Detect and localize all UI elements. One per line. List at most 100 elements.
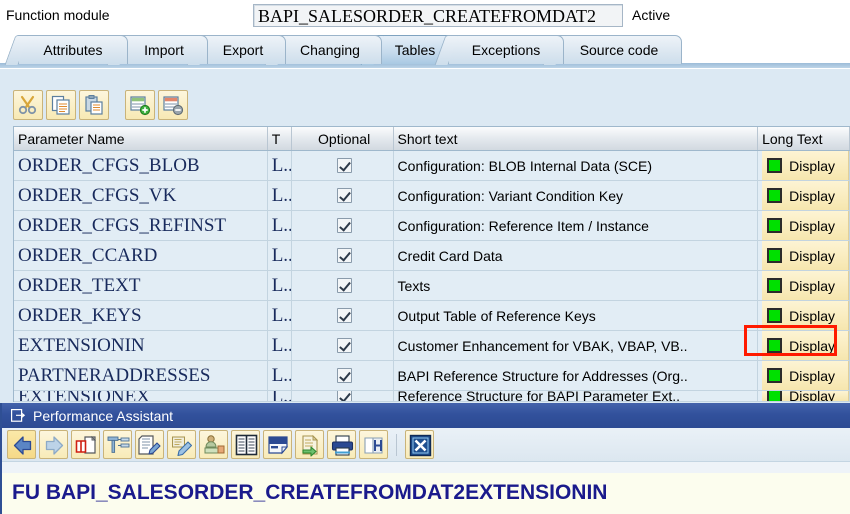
cell-optional[interactable] bbox=[292, 271, 394, 300]
insert-row-icon[interactable] bbox=[125, 90, 155, 120]
cell-parameter-name[interactable]: ORDER_CFGS_BLOB bbox=[14, 151, 268, 180]
optional-checkbox[interactable] bbox=[336, 158, 352, 173]
cell-short-text[interactable]: BAPI Reference Structure for Addresses (… bbox=[394, 361, 759, 390]
close-window-icon[interactable] bbox=[405, 430, 434, 459]
cell-parameter-name[interactable]: ORDER_TEXT bbox=[14, 271, 268, 300]
cell-parameter-name[interactable]: ORDER_KEYS bbox=[14, 301, 268, 330]
back-arrow-icon[interactable] bbox=[7, 430, 36, 459]
table-row[interactable]: ORDER_CFGS_BLOB L.. Configuration: BLOB In… bbox=[14, 151, 850, 181]
cell-short-text[interactable]: Configuration: BLOB Internal Data (SCE) bbox=[394, 151, 759, 180]
parameter-type: L.. bbox=[271, 185, 292, 206]
long-text-display-button[interactable]: Display bbox=[762, 361, 849, 390]
cell-parameter-name[interactable]: EXTENSIONEX bbox=[14, 391, 268, 401]
cell-short-text[interactable]: Credit Card Data bbox=[394, 241, 759, 270]
cell-type[interactable]: L.. bbox=[268, 331, 292, 360]
cell-long-text: Display bbox=[758, 271, 850, 300]
cell-type[interactable]: L.. bbox=[268, 391, 292, 401]
extended-help-icon[interactable] bbox=[263, 430, 292, 459]
optional-checkbox[interactable] bbox=[336, 188, 352, 203]
parameter-name: ORDER_TEXT bbox=[18, 275, 141, 296]
optional-checkbox[interactable] bbox=[336, 308, 352, 323]
table-row[interactable]: ORDER_CCARD L.. Credit Card Data Display bbox=[14, 241, 850, 271]
export-document-icon[interactable] bbox=[295, 430, 324, 459]
long-text-display-button[interactable]: Display bbox=[762, 271, 849, 300]
cell-short-text[interactable]: Output Table of Reference Keys bbox=[394, 301, 759, 330]
optional-checkbox[interactable] bbox=[336, 248, 352, 263]
long-text-display-button[interactable]: Display bbox=[762, 181, 849, 210]
cell-type[interactable]: L.. bbox=[268, 181, 292, 210]
cell-long-text: Display bbox=[758, 361, 850, 390]
paste-icon[interactable] bbox=[79, 90, 109, 120]
parameter-name: ORDER_CFGS_VK bbox=[18, 185, 177, 206]
tab-source-code[interactable]: Source code bbox=[556, 35, 682, 64]
forward-arrow-icon[interactable] bbox=[39, 430, 68, 459]
cell-type[interactable]: L.. bbox=[268, 271, 292, 300]
optional-checkbox[interactable] bbox=[336, 338, 352, 353]
cell-short-text[interactable]: Customer Enhancement for VBAK, VBAP, VB.… bbox=[394, 331, 759, 360]
edit-pencil-icon[interactable] bbox=[167, 430, 196, 459]
tab-import[interactable]: Import bbox=[120, 35, 208, 64]
long-text-display-button[interactable]: Display bbox=[762, 211, 849, 240]
function-module-name-input[interactable]: BAPI_SALESORDER_CREATEFROMDAT2 bbox=[253, 4, 623, 27]
cell-type[interactable]: L.. bbox=[268, 301, 292, 330]
optional-checkbox[interactable] bbox=[336, 278, 352, 293]
cell-short-text[interactable]: Texts bbox=[394, 271, 759, 300]
long-text-display-button[interactable]: Display bbox=[762, 331, 849, 360]
optional-checkbox[interactable] bbox=[336, 218, 352, 233]
long-text-display-button[interactable]: Display bbox=[762, 241, 849, 270]
long-text-display-button[interactable]: Display bbox=[762, 391, 849, 401]
table-row[interactable]: EXTENSIONIN L.. Customer Enhancement for V… bbox=[14, 331, 850, 361]
cell-optional[interactable] bbox=[292, 331, 394, 360]
table-row[interactable]: EXTENSIONEX L.. Reference Structure for BA… bbox=[14, 391, 850, 402]
cell-optional[interactable] bbox=[292, 241, 394, 270]
cell-short-text[interactable]: Reference Structure for BAPI Parameter E… bbox=[394, 391, 759, 401]
cell-optional[interactable] bbox=[292, 361, 394, 390]
column-header-t[interactable]: T bbox=[268, 127, 292, 150]
cell-parameter-name[interactable]: ORDER_CCARD bbox=[14, 241, 268, 270]
long-text-display-button[interactable]: Display bbox=[762, 301, 849, 330]
long-text-display-button[interactable]: Display bbox=[762, 151, 849, 180]
cell-parameter-name[interactable]: ORDER_CFGS_VK bbox=[14, 181, 268, 210]
column-header-short-text[interactable]: Short text bbox=[394, 127, 759, 150]
tab-exceptions[interactable]: Exceptions bbox=[448, 35, 564, 64]
table-row[interactable]: PARTNERADDRESSES L.. BAPI Reference Struct… bbox=[14, 361, 850, 391]
table-row[interactable]: ORDER_CFGS_VK L.. Configuration: Variant C… bbox=[14, 181, 850, 211]
table-row[interactable]: ORDER_KEYS L.. Output Table of Reference K… bbox=[14, 301, 850, 331]
tab-attributes[interactable]: Attributes bbox=[18, 35, 128, 64]
technical-info-icon[interactable] bbox=[103, 430, 132, 459]
glossary-book-icon[interactable] bbox=[231, 430, 260, 459]
print-icon[interactable] bbox=[327, 430, 356, 459]
personal-note-icon[interactable] bbox=[199, 430, 228, 459]
cell-optional[interactable] bbox=[292, 151, 394, 180]
search-document-icon[interactable] bbox=[359, 430, 388, 459]
open-book-icon[interactable] bbox=[71, 430, 100, 459]
cell-type[interactable]: L.. bbox=[268, 241, 292, 270]
cell-type[interactable]: L.. bbox=[268, 361, 292, 390]
cell-short-text[interactable]: Configuration: Reference Item / Instance bbox=[394, 211, 759, 240]
cell-parameter-name[interactable]: EXTENSIONIN bbox=[14, 331, 268, 360]
cell-optional[interactable] bbox=[292, 181, 394, 210]
tab-export[interactable]: Export bbox=[200, 35, 286, 64]
optional-checkbox[interactable] bbox=[336, 391, 352, 401]
cell-parameter-name[interactable]: ORDER_CFGS_REFINST bbox=[14, 211, 268, 240]
cell-optional[interactable] bbox=[292, 211, 394, 240]
cell-short-text[interactable]: Configuration: Variant Condition Key bbox=[394, 181, 759, 210]
table-row[interactable]: ORDER_CFGS_REFINST L.. Configuration: Refe… bbox=[14, 211, 850, 241]
column-header-long-text[interactable]: Long Text bbox=[758, 127, 850, 150]
cell-type[interactable]: L.. bbox=[268, 151, 292, 180]
tab-changing[interactable]: Changing bbox=[278, 35, 382, 64]
column-header-optional[interactable]: Optional bbox=[292, 127, 394, 150]
cell-type[interactable]: L.. bbox=[268, 211, 292, 240]
cut-icon[interactable] bbox=[13, 90, 43, 120]
table-row[interactable]: ORDER_TEXT L.. Texts Display bbox=[14, 271, 850, 301]
cell-optional[interactable] bbox=[292, 391, 394, 401]
column-header-parameter-name[interactable]: Parameter Name bbox=[14, 127, 268, 150]
display-label: Display bbox=[789, 367, 836, 384]
optional-checkbox[interactable] bbox=[336, 368, 352, 383]
edit-document-icon[interactable] bbox=[135, 430, 164, 459]
copy-icon[interactable] bbox=[46, 90, 76, 120]
delete-row-icon[interactable] bbox=[158, 90, 188, 120]
cell-parameter-name[interactable]: PARTNERADDRESSES bbox=[14, 361, 268, 390]
cell-optional[interactable] bbox=[292, 301, 394, 330]
performance-assistant-toolbar: ▪▪▪▪▪ bbox=[2, 428, 850, 502]
